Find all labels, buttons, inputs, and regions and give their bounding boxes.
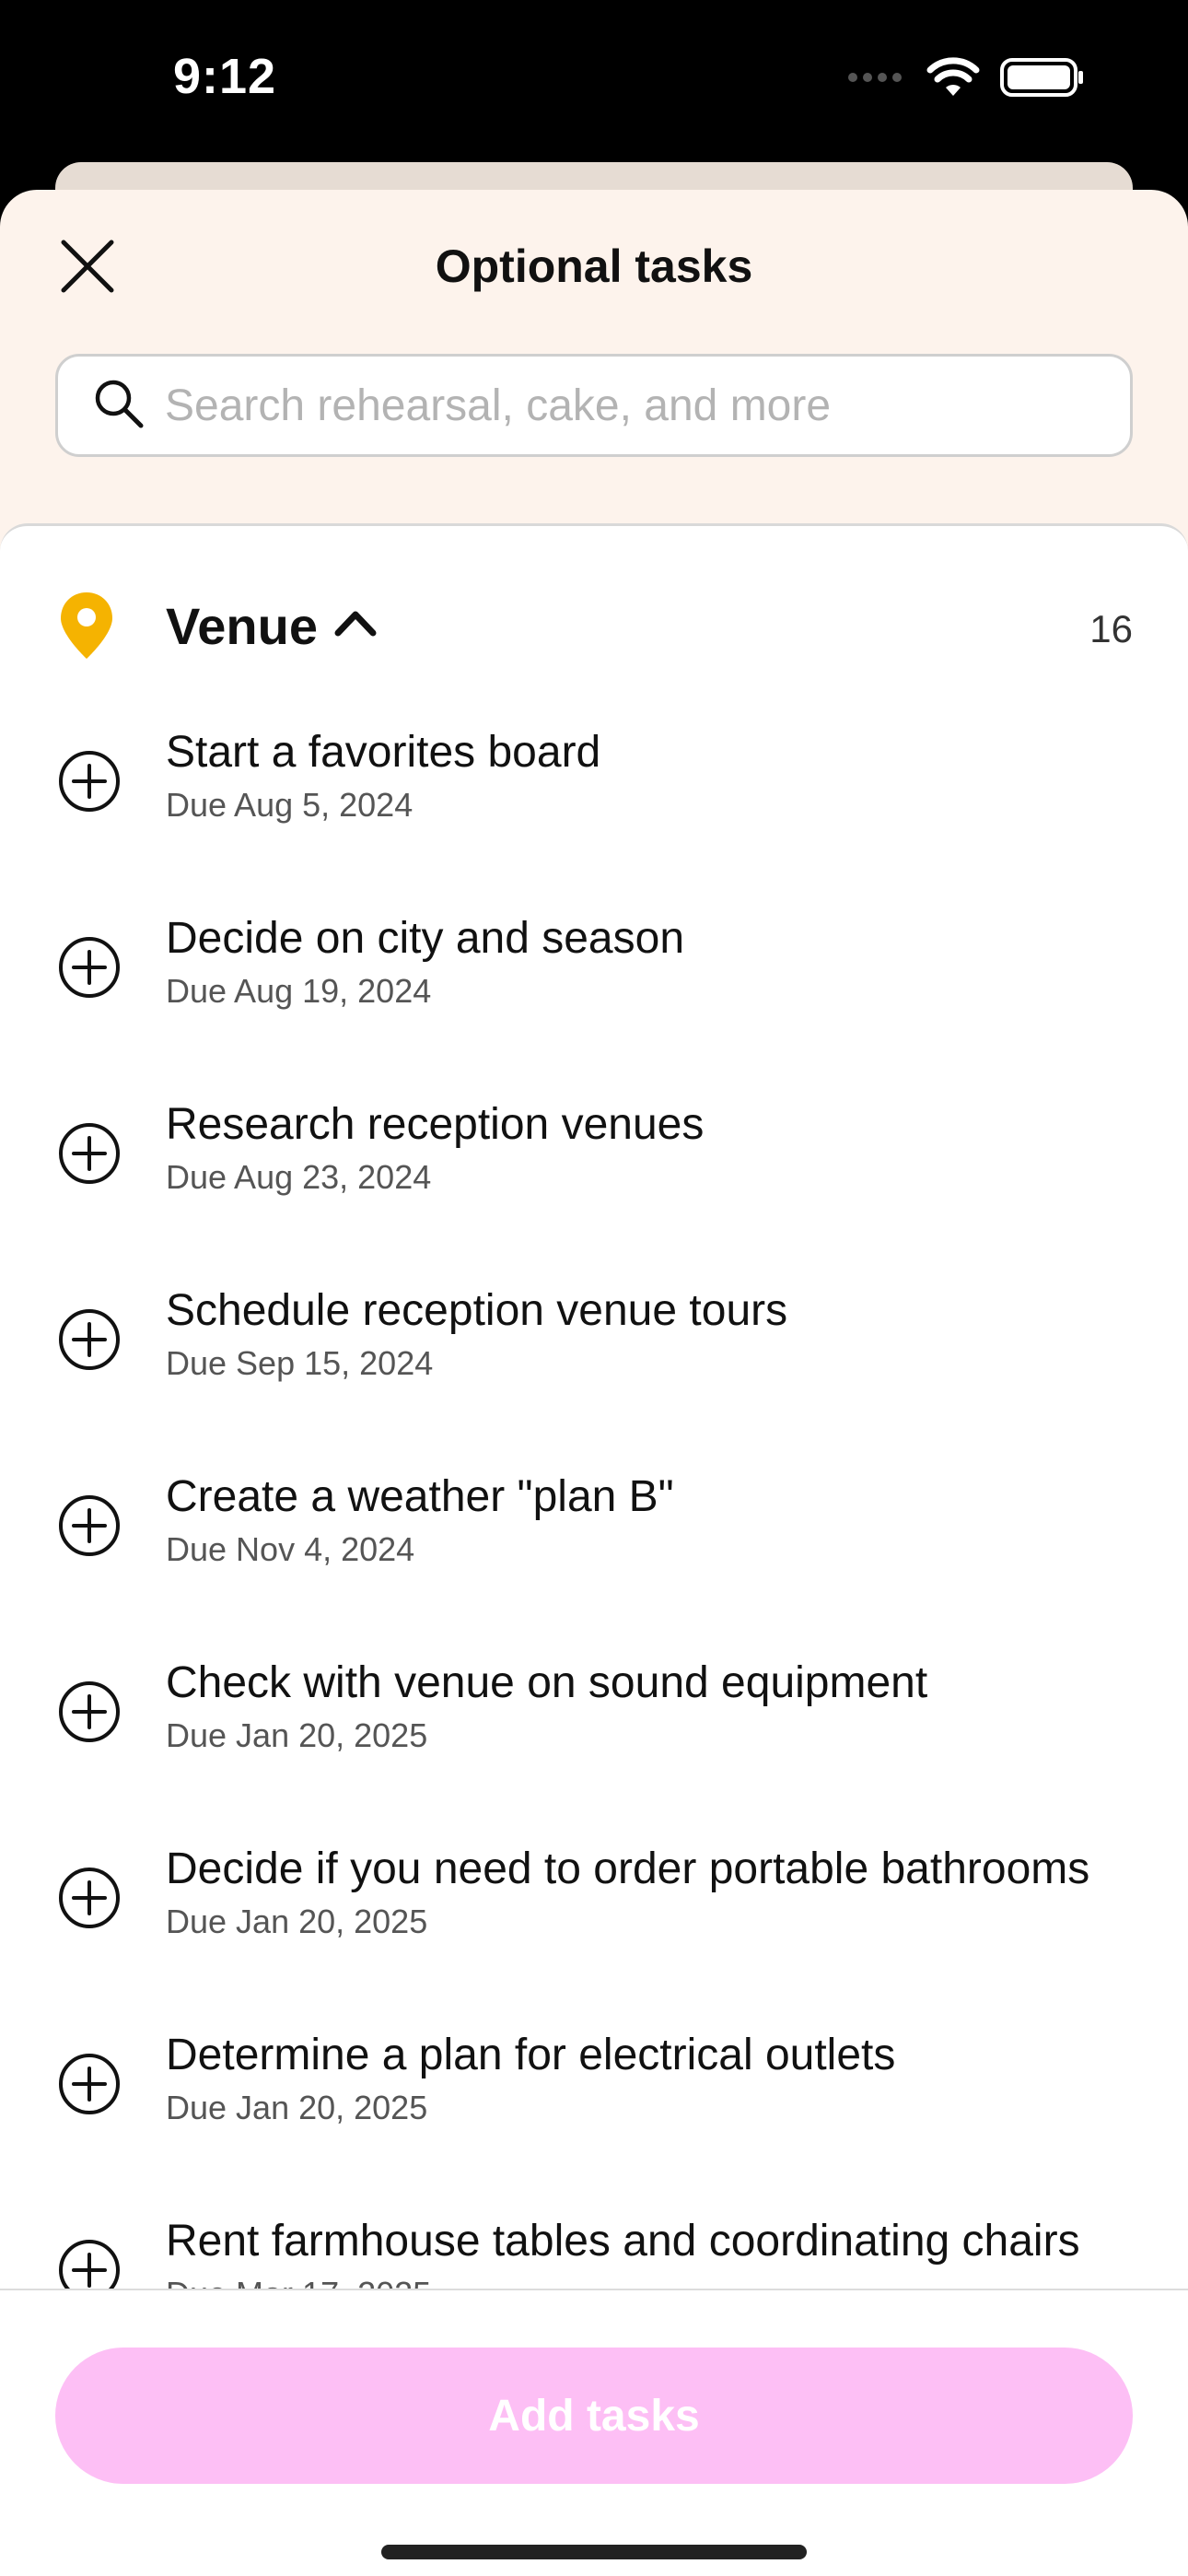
search-icon xyxy=(93,378,145,434)
status-icons xyxy=(847,57,1085,102)
task-title: Research reception venues xyxy=(166,1100,705,1149)
category-header-venue[interactable]: Venue 16 xyxy=(0,591,1188,664)
add-circle-icon[interactable] xyxy=(57,1493,122,1558)
task-item[interactable]: Decide on city and season Due Aug 19, 20… xyxy=(0,913,1188,1042)
task-title: Start a favorites board xyxy=(166,728,601,777)
signal-icon xyxy=(847,68,906,91)
task-title: Schedule reception venue tours xyxy=(166,1286,788,1335)
task-due-date: Due Aug 19, 2024 xyxy=(166,972,432,1010)
task-item[interactable]: Rent farmhouse tables and coordinating c… xyxy=(0,2216,1188,2292)
task-item[interactable]: Determine a plan for electrical outlets … xyxy=(0,2030,1188,2159)
add-circle-icon[interactable] xyxy=(57,2238,122,2292)
category-title: Venue xyxy=(166,597,318,655)
task-title: Decide if you need to order portable bat… xyxy=(166,1844,1090,1893)
search-input[interactable] xyxy=(165,380,1086,431)
task-title: Rent farmhouse tables and coordinating c… xyxy=(166,2217,1080,2266)
task-due-date: Due Jan 20, 2025 xyxy=(166,1903,428,1940)
add-tasks-button[interactable]: Add tasks xyxy=(55,2348,1133,2484)
location-pin-icon xyxy=(59,591,114,665)
add-circle-icon[interactable] xyxy=(57,2052,122,2116)
status-bar: 9:12 xyxy=(0,0,1188,166)
task-due-date: Due Nov 4, 2024 xyxy=(166,1530,415,1568)
task-due-date: Due Jan 20, 2025 xyxy=(166,2089,428,2126)
task-list: Venue 16 Start a favorites board Due Aug… xyxy=(0,523,1188,2292)
task-title: Create a weather "plan B" xyxy=(166,1472,674,1521)
wifi-icon xyxy=(926,57,980,102)
add-circle-icon[interactable] xyxy=(57,1121,122,1186)
task-item[interactable]: Schedule reception venue tours Due Sep 1… xyxy=(0,1285,1188,1414)
task-title: Decide on city and season xyxy=(166,914,685,963)
task-due-date: Due Sep 15, 2024 xyxy=(166,1344,434,1382)
task-due-date: Due Jan 20, 2025 xyxy=(166,1716,428,1754)
add-circle-icon[interactable] xyxy=(57,749,122,814)
add-circle-icon[interactable] xyxy=(57,935,122,1000)
task-item[interactable]: Create a weather "plan B" Due Nov 4, 202… xyxy=(0,1471,1188,1600)
task-due-date: Due Aug 5, 2024 xyxy=(166,786,413,824)
add-circle-icon[interactable] xyxy=(57,1866,122,1930)
chevron-up-icon[interactable] xyxy=(333,607,378,643)
add-circle-icon[interactable] xyxy=(57,1307,122,1372)
optional-tasks-sheet: Optional tasks Venue 16 xyxy=(0,190,1188,2576)
category-count: 16 xyxy=(1089,607,1133,650)
task-item[interactable]: Decide if you need to order portable bat… xyxy=(0,1844,1188,1973)
add-circle-icon[interactable] xyxy=(57,1680,122,1744)
status-time: 9:12 xyxy=(173,49,277,104)
home-indicator[interactable] xyxy=(381,2545,807,2559)
task-item[interactable]: Research reception venues Due Aug 23, 20… xyxy=(0,1099,1188,1228)
task-item[interactable]: Check with venue on sound equipment Due … xyxy=(0,1657,1188,1786)
task-item[interactable]: Start a favorites board Due Aug 5, 2024 xyxy=(0,727,1188,856)
task-title: Determine a plan for electrical outlets xyxy=(166,2031,896,2079)
battery-icon xyxy=(1000,57,1085,102)
search-bar[interactable] xyxy=(55,354,1133,457)
sheet-title: Optional tasks xyxy=(435,240,753,292)
task-due-date: Due Aug 23, 2024 xyxy=(166,1158,432,1196)
footer-bar: Add tasks xyxy=(0,2289,1188,2576)
task-title: Check with venue on sound equipment xyxy=(166,1658,928,1707)
